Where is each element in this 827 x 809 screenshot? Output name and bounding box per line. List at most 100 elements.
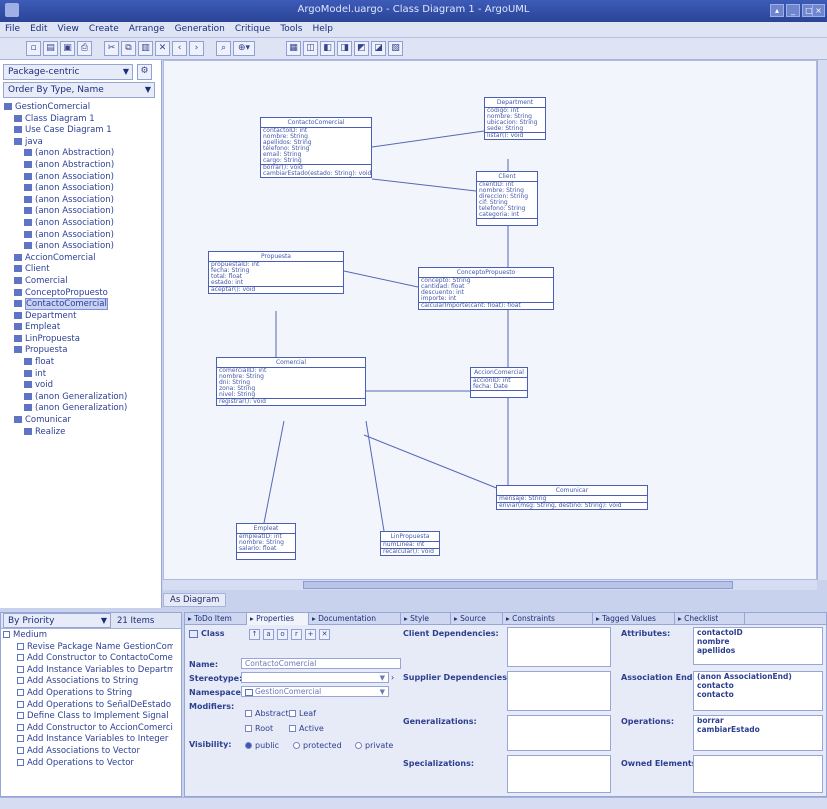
name-field[interactable]: ContactoComercial [241,658,401,669]
tree-item[interactable]: Empleat [4,322,154,334]
new-sequence-diagram-icon[interactable]: ▧ [388,41,403,56]
owned-elements-list[interactable] [693,755,823,793]
new-reception-icon[interactable]: r [291,629,302,640]
tree-item[interactable]: Department [4,311,154,323]
protected-radio[interactable]: protected [293,741,342,750]
todo-item[interactable]: Add Associations to Vector [3,746,173,758]
tree-item[interactable]: GestionComercial [4,102,154,114]
tab-documentation[interactable]: ▸ Documentation [309,613,401,625]
uml-class[interactable]: Comercial comercialID: int nombre: String d… [216,357,366,406]
new-class-diagram-icon[interactable]: ▦ [286,41,301,56]
menu-generation[interactable]: Generation [170,22,230,36]
perspective-select[interactable]: Package-centric ▼ [3,64,133,80]
new-project-icon[interactable]: ▫ [26,41,41,56]
tree-item[interactable]: Propuesta [4,345,154,357]
stereotype-nav-icon[interactable]: › [391,673,394,682]
save-project-icon[interactable]: ▣ [60,41,75,56]
menu-critique[interactable]: Critique [230,22,275,36]
go-up-icon[interactable]: ↑ [249,629,260,640]
tree-item[interactable]: Client [4,264,154,276]
shade-window-icon[interactable]: ▴ [770,4,784,17]
todo-item[interactable]: Revise Package Name GestionComercial [3,642,173,654]
diagram-horizontal-scrollbar[interactable] [163,580,817,590]
menu-create[interactable]: Create [84,22,124,36]
supplier-deps-list[interactable] [507,671,611,711]
public-radio[interactable]: public [245,741,279,750]
print-icon[interactable]: ⎙ [77,41,92,56]
delete-element-icon[interactable]: ✕ [319,629,330,640]
uml-class[interactable]: ContactoComercial contactoID: int nombre: … [260,117,372,178]
tree-item[interactable]: ContactoComercial [4,298,154,311]
new-operation-icon[interactable]: o [277,629,288,640]
todo-root[interactable]: Medium [3,630,173,642]
uml-class[interactable]: LinPropuesta numLinea: int recalcular(): v… [380,531,440,556]
abstract-checkbox[interactable]: Abstract [245,709,289,718]
uml-class[interactable]: Department codigo: int nombre: String ubica… [484,97,546,140]
tab-as-diagram[interactable]: As Diagram [163,593,227,607]
todo-item[interactable]: Add Constructor to ContactoComercial [3,653,173,665]
attribute-item[interactable]: nombre [694,637,822,646]
cut-icon[interactable]: ✂ [104,41,119,56]
tree-item[interactable]: (anon Abstraction) [4,160,154,172]
menu-edit[interactable]: Edit [25,22,52,36]
tree-item[interactable]: float [4,357,154,369]
scroll-thumb[interactable] [303,581,733,589]
uml-class[interactable]: Comunicar mensaje: String enviar(msg: Stri… [496,485,648,510]
attributes-list[interactable]: contactoID nombre apellidos [693,627,823,665]
association-end-item[interactable]: (anon AssociationEnd) [694,672,822,681]
tree-item[interactable]: Realize [4,427,154,439]
specializations-list[interactable] [507,755,611,793]
tree-item[interactable]: (anon Association) [4,241,154,253]
uml-class[interactable]: Propuesta propuestaID: int fecha: String to… [208,251,344,294]
tree-item[interactable]: Class Diagram 1 [4,114,154,126]
tree-item[interactable]: (anon Generalization) [4,403,154,415]
new-deployment-diagram-icon[interactable]: ◪ [371,41,386,56]
assoc-ends-list[interactable]: (anon AssociationEnd) contacto contacto [693,671,823,711]
tree-item[interactable]: Use Case Diagram 1 [4,125,154,137]
tree-item[interactable]: (anon Association) [4,218,154,230]
open-project-icon[interactable]: ▤ [43,41,58,56]
new-attribute-icon[interactable]: a [263,629,274,640]
root-checkbox[interactable]: Root [245,724,273,733]
tree-item[interactable]: LinPropuesta [4,334,154,346]
operation-item[interactable]: borrar [694,716,822,725]
minimize-window-icon[interactable]: _ [786,4,800,17]
tree-item[interactable]: (anon Association) [4,183,154,195]
tree-item[interactable]: void [4,380,154,392]
tab-checklist[interactable]: ▸ Checklist [675,613,745,625]
menu-help[interactable]: Help [308,22,339,36]
tree-item[interactable]: Comercial [4,276,154,288]
perspective-config-icon[interactable]: ⚙ [137,64,152,80]
tree-item[interactable]: (anon Association) [4,206,154,218]
copy-icon[interactable]: ⧉ [121,41,136,56]
generalizations-list[interactable] [507,715,611,751]
tree-item[interactable]: (anon Abstraction) [4,148,154,160]
tree-item[interactable]: AccionComercial [4,253,154,265]
tab-style[interactable]: ▸ Style [401,613,451,625]
new-state-diagram-icon[interactable]: ◧ [320,41,335,56]
todo-item[interactable]: Add Operations to SeñalDeEstado [3,700,173,712]
find-icon[interactable]: ⌕ [216,41,231,56]
order-select[interactable]: Order By Type, Name ▼ [3,82,155,98]
todo-item[interactable]: Add Constructor to AccionComercial [3,723,173,735]
uml-class[interactable]: Client clientID: int nombre: String direcci… [476,171,538,226]
diagram-canvas[interactable]: ContactoComercial contactoID: int nombre: … [163,60,817,580]
menu-tools[interactable]: Tools [275,22,307,36]
association-end-item[interactable]: contacto [694,690,822,699]
new-collaboration-diagram-icon[interactable]: ◩ [354,41,369,56]
delete-icon[interactable]: ✕ [155,41,170,56]
todo-item[interactable]: Add Operations to String [3,688,173,700]
diagram-vertical-scrollbar[interactable] [817,60,827,580]
stereotype-select[interactable]: ▼ [241,672,389,683]
todo-item[interactable]: Add Operations to Vector [3,758,173,770]
tab-source[interactable]: ▸ Source [451,613,503,625]
tab-properties[interactable]: ▸ Properties [247,613,309,625]
tree-item[interactable]: (anon Association) [4,172,154,184]
tree-item[interactable]: (anon Generalization) [4,392,154,404]
todo-item[interactable]: Define Class to Implement Signal [3,711,173,723]
new-element-icon[interactable]: + [305,629,316,640]
uml-class[interactable]: ConceptoPropuesto concepto: String cantida… [418,267,554,310]
forward-icon[interactable]: › [189,41,204,56]
association-end-item[interactable]: contacto [694,681,822,690]
tree-item[interactable]: int [4,369,154,381]
